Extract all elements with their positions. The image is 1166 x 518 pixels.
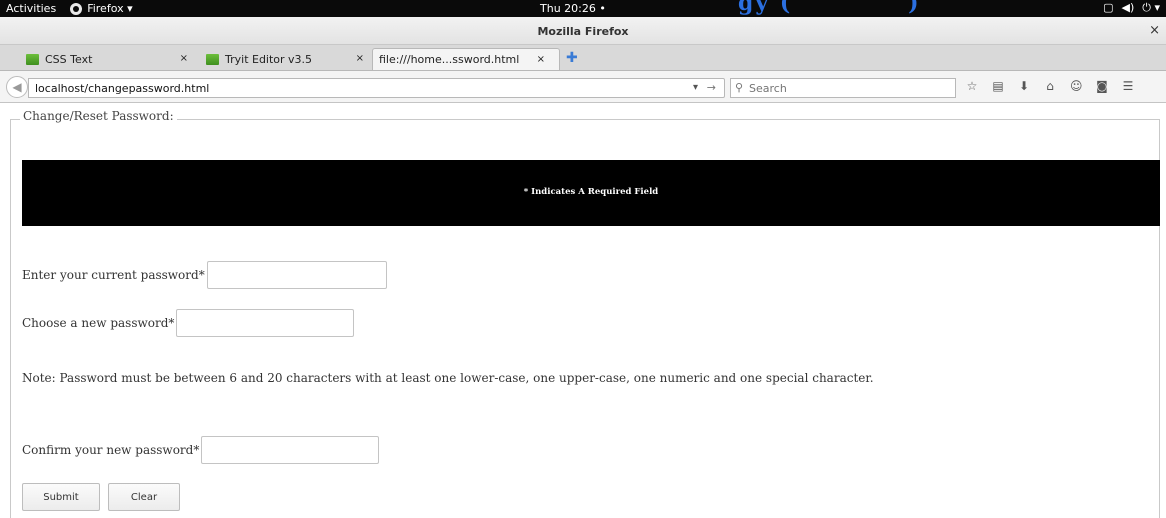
pocket-icon[interactable]: ◙ bbox=[1096, 79, 1108, 93]
system-top-bar: Activities Firefox ▾ Thu 20:26 • ▢ ◀) ⏻ … bbox=[0, 0, 1166, 17]
top-bar-left: Activities Firefox ▾ bbox=[6, 2, 133, 15]
current-password-input[interactable] bbox=[206, 261, 387, 289]
bookmarks-menu-icon[interactable]: ▤ bbox=[992, 79, 1004, 93]
volume-icon[interactable]: ◀) bbox=[1122, 1, 1135, 15]
system-tray[interactable]: ▢ ◀) ⏻ ▾ bbox=[1103, 1, 1160, 15]
submit-button[interactable]: Submit bbox=[22, 483, 100, 511]
current-password-row: Enter your current password* bbox=[22, 261, 387, 289]
tab-label: CSS Text bbox=[45, 52, 93, 66]
search-icon: ⚲ bbox=[735, 81, 744, 94]
tab-close-icon[interactable]: × bbox=[180, 53, 188, 64]
tab-active-file[interactable]: file:///home...ssword.html × bbox=[372, 48, 560, 70]
tab-favicon-icon bbox=[26, 53, 39, 65]
app-menu-firefox[interactable]: Firefox ▾ bbox=[70, 2, 133, 15]
new-password-input[interactable] bbox=[176, 309, 355, 337]
url-dropdown-chevron-icon[interactable]: ▾ bbox=[693, 82, 698, 93]
navigation-bar: ◀ localhost/changepassword.html ▾ → ⚲ ☆ … bbox=[0, 71, 1166, 103]
hamburger-menu-icon[interactable]: ☰ bbox=[1122, 79, 1134, 93]
confirm-password-row: Confirm your new password* bbox=[22, 436, 380, 464]
page-content: Change/Reset Password: * Indicates A Req… bbox=[0, 103, 1166, 518]
back-arrow-icon[interactable]: ◀ bbox=[6, 76, 28, 98]
toolbar-icons: ☆ ▤ ⬇ ⌂ ☺ ◙ ☰ bbox=[966, 79, 1134, 93]
current-password-label: Enter your current password* bbox=[22, 268, 205, 282]
search-box[interactable]: ⚲ bbox=[730, 78, 956, 98]
hello-icon[interactable]: ☺ bbox=[1070, 79, 1083, 93]
window-icon[interactable]: ▢ bbox=[1103, 1, 1113, 15]
required-banner: * Indicates A Required Field bbox=[22, 160, 1160, 226]
downloads-icon[interactable]: ⬇ bbox=[1018, 79, 1030, 93]
password-rules-note: Note: Password must be between 6 and 20 … bbox=[22, 371, 874, 385]
go-arrow-icon[interactable]: → bbox=[707, 81, 716, 94]
confirm-password-input[interactable] bbox=[201, 436, 380, 464]
overlay-text: gy ( ) bbox=[738, 0, 921, 16]
clear-button[interactable]: Clear bbox=[108, 483, 180, 511]
tab-css-text[interactable]: CSS Text × bbox=[20, 48, 196, 70]
tab-favicon-icon bbox=[206, 53, 219, 65]
fieldset-legend: Change/Reset Password: bbox=[20, 109, 177, 123]
confirm-password-label: Confirm your new password* bbox=[22, 443, 200, 457]
window-title: Mozilla Firefox bbox=[537, 25, 629, 38]
window-close-button[interactable]: × bbox=[1149, 23, 1160, 38]
tab-tryit-editor[interactable]: Tryit Editor v3.5 × bbox=[200, 48, 372, 70]
bookmark-star-icon[interactable]: ☆ bbox=[966, 79, 978, 93]
tab-close-icon[interactable]: × bbox=[537, 54, 545, 65]
clock[interactable]: Thu 20:26 • bbox=[540, 2, 606, 15]
search-input[interactable] bbox=[749, 81, 949, 95]
tab-strip: CSS Text × Tryit Editor v3.5 × file:///h… bbox=[0, 45, 1166, 71]
new-password-row: Choose a new password* bbox=[22, 309, 355, 337]
url-bar[interactable]: localhost/changepassword.html ▾ → bbox=[28, 78, 725, 98]
home-icon[interactable]: ⌂ bbox=[1044, 79, 1056, 93]
new-password-label: Choose a new password* bbox=[22, 316, 175, 330]
app-menu-label: Firefox ▾ bbox=[87, 2, 133, 15]
power-icon[interactable]: ⏻ ▾ bbox=[1142, 1, 1160, 15]
firefox-icon bbox=[70, 2, 83, 15]
window-title-bar: Mozilla Firefox × bbox=[0, 17, 1166, 45]
tab-close-icon[interactable]: × bbox=[356, 53, 364, 64]
required-field-note: * Indicates A Required Field bbox=[523, 187, 659, 197]
activities-button[interactable]: Activities bbox=[6, 2, 56, 15]
tab-label: Tryit Editor v3.5 bbox=[225, 52, 313, 66]
tab-label: file:///home...ssword.html bbox=[379, 53, 520, 66]
new-tab-plus-icon[interactable]: ✚ bbox=[566, 50, 578, 66]
url-text[interactable]: localhost/changepassword.html bbox=[35, 82, 209, 95]
